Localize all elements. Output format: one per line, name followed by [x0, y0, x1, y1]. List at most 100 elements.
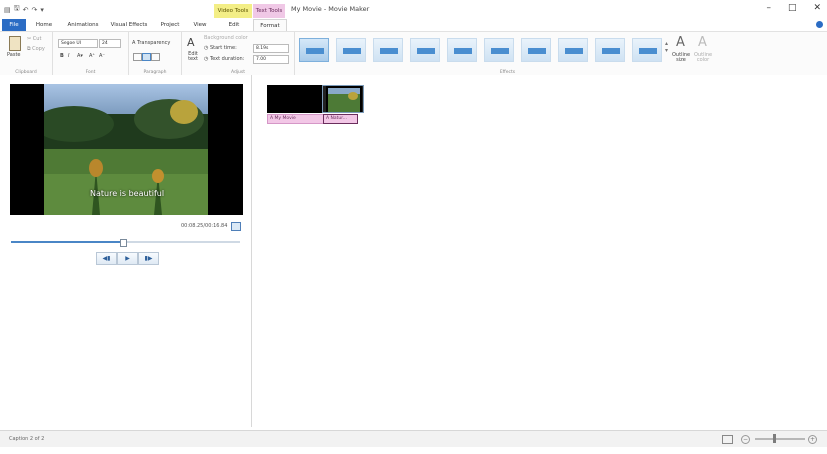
- font-group: Segoe UI 24 B I A▾ A⁺ A⁻ Font: [53, 32, 129, 76]
- save-icon[interactable]: 🖫: [14, 4, 20, 15]
- grow-font-button[interactable]: A⁺: [89, 53, 95, 59]
- fullscreen-button[interactable]: [231, 222, 241, 231]
- caption-text[interactable]: Nature is beautiful: [90, 189, 164, 198]
- video-clip[interactable]: [322, 85, 364, 113]
- effect-preview-7: [528, 48, 546, 54]
- text-duration-select[interactable]: 7.00: [253, 55, 289, 64]
- outline-color-icon[interactable]: A: [698, 35, 707, 50]
- app-menu-icon[interactable]: ▤: [4, 6, 11, 14]
- edit-text-icon[interactable]: A: [187, 36, 195, 49]
- play-button[interactable]: ▶: [117, 252, 138, 265]
- text-duration-label: ◷ Text duration:: [204, 56, 244, 62]
- copy-label: Copy: [32, 46, 45, 52]
- paste-icon[interactable]: [9, 36, 21, 51]
- minimize-button[interactable]: –: [766, 3, 771, 13]
- tab-file[interactable]: File: [2, 19, 26, 31]
- copy-icon: ⧉: [27, 46, 31, 52]
- paragraph-group: A Transparency Paragraph: [129, 32, 182, 76]
- seek-thumb[interactable]: [120, 239, 128, 247]
- tab-view[interactable]: View: [188, 19, 212, 31]
- align-center-icon[interactable]: [142, 53, 151, 61]
- edit-text-button[interactable]: Edit text: [186, 52, 200, 62]
- effect-tile-4[interactable]: [410, 38, 440, 62]
- background-color-button[interactable]: Background color: [204, 35, 248, 41]
- storyboard: A My Movie A Natur...: [252, 75, 827, 427]
- previous-frame-button[interactable]: ◀▮: [96, 252, 117, 265]
- effects-group: ▴ ▾ A Outline size A Outline color Effect…: [295, 32, 720, 76]
- transparency-icon: A: [132, 40, 136, 46]
- zoom-in-button[interactable]: +: [808, 435, 817, 444]
- text-tools-context: Text Tools: [253, 4, 285, 18]
- start-time-input[interactable]: 8.19s: [253, 44, 289, 53]
- cut-button[interactable]: ✂ Cut: [27, 36, 41, 42]
- effect-tile-6[interactable]: [484, 38, 514, 62]
- adjust-group: A Edit text Background color ◷ Start tim…: [182, 32, 295, 76]
- undo-icon[interactable]: ↶: [23, 6, 29, 14]
- ribbon: Paste ✂ Cut ⧉ Copy Clipboard Segoe UI 24…: [0, 31, 827, 77]
- outline-size-icon[interactable]: A: [676, 35, 685, 50]
- font-color-button[interactable]: A▾: [77, 53, 83, 59]
- effect-tile-1[interactable]: [299, 38, 329, 62]
- time-readout: 00:08.25/00:16.84: [181, 223, 228, 229]
- zoom-out-button[interactable]: −: [741, 435, 750, 444]
- clipboard-group: Paste ✂ Cut ⧉ Copy Clipboard: [0, 32, 53, 76]
- title-bar: ▤ 🖫 ↶ ↷ ▾ Video Tools Text Tools My Movi…: [0, 0, 827, 20]
- clock-icon: ◷: [204, 56, 209, 62]
- outline-size-button[interactable]: Outline size: [672, 53, 690, 63]
- redo-icon[interactable]: ↷: [31, 6, 37, 14]
- tab-project[interactable]: Project: [155, 19, 185, 31]
- status-text: Caption 2 of 2: [9, 436, 45, 442]
- transparency-button[interactable]: A Transparency: [132, 40, 170, 46]
- tab-format[interactable]: Format: [253, 19, 287, 31]
- close-button[interactable]: ✕: [813, 3, 821, 13]
- italic-button[interactable]: I: [68, 53, 69, 59]
- effect-tile-8[interactable]: [558, 38, 588, 62]
- effect-preview-4: [417, 48, 435, 54]
- font-size-select[interactable]: 24: [99, 39, 121, 48]
- align-right-icon[interactable]: [151, 53, 160, 61]
- video-caption-bar[interactable]: A Natur...: [323, 114, 358, 124]
- tab-animations[interactable]: Animations: [62, 19, 104, 31]
- effect-preview-5: [454, 48, 472, 54]
- effects-scroll-icon[interactable]: ▴ ▾: [665, 40, 668, 54]
- title-caption-bar[interactable]: A My Movie: [267, 114, 324, 124]
- font-family-select[interactable]: Segoe UI: [58, 39, 98, 48]
- transparency-label: Transparency: [137, 40, 171, 46]
- shrink-font-button[interactable]: A⁻: [99, 53, 105, 59]
- start-time-label: ◷ Start time:: [204, 45, 237, 51]
- paste-button[interactable]: Paste: [7, 52, 21, 58]
- title-clip[interactable]: [267, 85, 322, 113]
- window-title: My Movie - Movie Maker: [291, 5, 370, 13]
- tab-edit[interactable]: Edit: [218, 19, 250, 31]
- qat-dropdown-icon[interactable]: ▾: [40, 6, 44, 14]
- effect-preview-9: [602, 48, 620, 54]
- help-icon[interactable]: [816, 21, 823, 28]
- bold-button[interactable]: B: [60, 53, 64, 59]
- preview-pane: Nature is beautiful 00:08.25/00:16.84 ◀▮…: [0, 75, 252, 427]
- copy-button[interactable]: ⧉ Copy: [27, 46, 45, 52]
- tab-visual-effects[interactable]: Visual Effects: [108, 19, 150, 31]
- zoom-slider-thumb[interactable]: [773, 434, 776, 443]
- thumbnail-size-icon[interactable]: [722, 435, 733, 444]
- seek-bar[interactable]: [11, 239, 240, 247]
- align-left-icon[interactable]: [133, 53, 142, 61]
- next-frame-button[interactable]: ▮▶: [138, 252, 159, 265]
- effect-preview-1: [306, 48, 324, 54]
- seek-progress: [11, 241, 124, 243]
- effect-tile-2[interactable]: [336, 38, 366, 62]
- effect-tile-9[interactable]: [595, 38, 625, 62]
- effect-tile-7[interactable]: [521, 38, 551, 62]
- outline-color-button[interactable]: Outline color: [694, 53, 712, 63]
- effect-tile-5[interactable]: [447, 38, 477, 62]
- clock-icon: ◷: [204, 45, 209, 51]
- cut-label: Cut: [32, 36, 42, 42]
- maximize-button[interactable]: □: [788, 3, 797, 13]
- effect-tile-3[interactable]: [373, 38, 403, 62]
- window-controls: – □ ✕: [766, 3, 821, 13]
- tab-home[interactable]: Home: [31, 19, 57, 31]
- effect-preview-8: [565, 48, 583, 54]
- zoom-slider[interactable]: [755, 438, 805, 440]
- quick-access-toolbar: ▤ 🖫 ↶ ↷ ▾: [4, 4, 44, 15]
- effect-tile-10[interactable]: [632, 38, 662, 62]
- video-preview[interactable]: Nature is beautiful: [10, 84, 243, 215]
